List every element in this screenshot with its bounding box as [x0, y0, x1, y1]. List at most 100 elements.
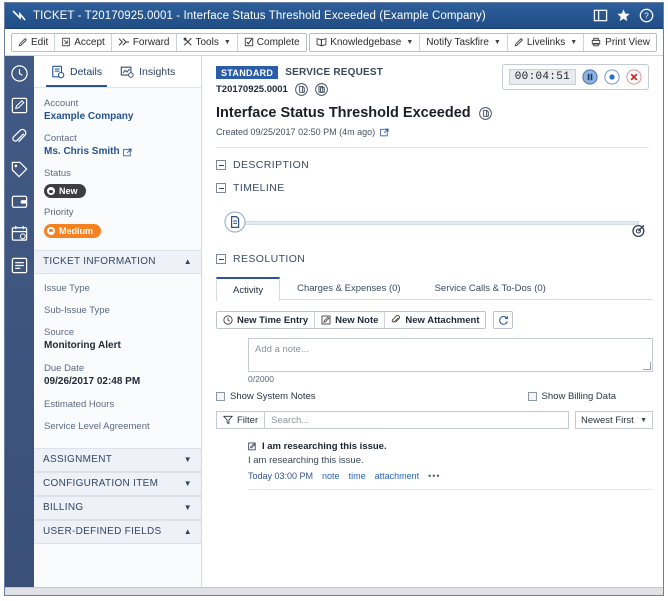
tag-icon[interactable]	[10, 160, 29, 179]
wallet-icon[interactable]	[10, 192, 29, 211]
collapse-minus-icon	[216, 160, 226, 170]
knowledgebase-button[interactable]: Knowledgebase ▼	[310, 34, 420, 51]
new-attachment-button[interactable]: New Attachment	[385, 312, 485, 328]
search-input[interactable]: Search...	[264, 411, 569, 429]
chevron-up-icon: ▲	[184, 527, 192, 536]
filter-button[interactable]: Filter	[216, 411, 264, 429]
ticket-header: STANDARD SERVICE REQUEST T20170925.0001	[202, 56, 663, 148]
stop-icon[interactable]	[626, 69, 642, 85]
standard-badge: STANDARD	[216, 66, 278, 79]
chevron-down-icon: ▼	[570, 39, 577, 46]
field-source: Source Monitoring Alert	[44, 326, 191, 353]
status-badge-label: New	[59, 186, 78, 196]
pencil-icon	[18, 37, 28, 47]
copy-link-icon[interactable]	[315, 83, 328, 96]
new-time-entry-button[interactable]: New Time Entry	[217, 312, 315, 328]
section-assignment[interactable]: ASSIGNMENT ▼	[34, 448, 201, 472]
field-sla: Service Level Agreement	[44, 420, 191, 433]
tab-activity-label: Activity	[233, 285, 263, 296]
note-input[interactable]: Add a note...	[248, 338, 653, 372]
help-icon[interactable]: ?	[639, 8, 654, 23]
tab-activity[interactable]: Activity	[216, 277, 280, 301]
knowledgebase-label: Knowledgebase	[330, 37, 401, 48]
notify-taskfire-button[interactable]: Notify Taskfire ▼	[420, 34, 508, 51]
sidebar-tabs: Details Insights	[34, 56, 201, 88]
autotask-logo-icon	[11, 8, 27, 24]
forward-icon	[118, 37, 130, 47]
calendar-icon[interactable]	[10, 224, 29, 243]
tab-details[interactable]: Details	[42, 56, 111, 87]
livelinks-button[interactable]: Livelinks ▼	[508, 34, 584, 51]
new-note-button[interactable]: New Note	[315, 312, 385, 328]
section-ticket-information[interactable]: TICKET INFORMATION ▲	[34, 250, 201, 274]
panel-layout-icon[interactable]	[593, 8, 608, 23]
paperclip-icon[interactable]	[10, 128, 29, 147]
activity-filters: Show System Notes Show Billing Data	[216, 391, 653, 402]
field-contact: Contact Ms. Chris Smith	[44, 132, 191, 159]
created-row: Created 09/25/2017 02:50 PM (4m ago)	[216, 127, 649, 137]
field-contact-value[interactable]: Ms. Chris Smith	[44, 145, 120, 159]
copy-title-icon[interactable]	[479, 107, 492, 120]
activity-action-time[interactable]: time	[349, 471, 366, 481]
section-billing[interactable]: BILLING ▼	[34, 496, 201, 520]
activity-action-note[interactable]: note	[322, 471, 340, 481]
list-icon[interactable]	[10, 256, 29, 275]
edit-button[interactable]: Edit	[12, 34, 55, 51]
sort-select[interactable]: Newest First ▼	[575, 411, 653, 429]
activity-more-icon[interactable]: •••	[428, 471, 440, 481]
tools-button[interactable]: Tools ▼	[177, 34, 238, 51]
field-contact-label: Contact	[44, 132, 191, 145]
tab-insights[interactable]: Insights	[111, 56, 184, 87]
timeline-created-icon[interactable]	[224, 211, 246, 233]
section-user-defined-fields-label: USER-DEFINED FIELDS	[43, 526, 162, 537]
record-icon[interactable]	[604, 69, 620, 85]
copy-icon[interactable]	[295, 83, 308, 96]
tools-icon	[183, 37, 193, 47]
print-view-button[interactable]: Print View	[584, 34, 656, 51]
link-pencil-icon	[514, 37, 524, 47]
section-user-defined-fields[interactable]: USER-DEFINED FIELDS ▲	[34, 520, 201, 544]
tab-service-calls-todos[interactable]: Service Calls & To-Dos (0)	[418, 277, 563, 299]
details-icon	[51, 65, 65, 79]
checkbox-icon	[244, 37, 254, 47]
note-edit-icon[interactable]	[10, 96, 29, 115]
collapse-minus-icon	[216, 183, 226, 193]
window-body: Details Insights Account Example Company	[5, 56, 663, 587]
accordion-description[interactable]: DESCRIPTION	[216, 148, 649, 171]
accordion-timeline[interactable]: TIMELINE	[216, 171, 649, 194]
star-icon[interactable]	[616, 8, 631, 23]
field-status: Status New	[44, 167, 191, 198]
complete-button[interactable]: Complete	[238, 34, 306, 51]
activity-entry-meta: Today 03:00 PM note time attachment •••	[248, 471, 647, 481]
field-priority-label: Priority	[44, 206, 191, 219]
show-billing-data-label: Show Billing Data	[542, 391, 616, 402]
priority-badge[interactable]: Medium	[44, 224, 101, 238]
section-configuration-item[interactable]: CONFIGURATION ITEM ▼	[34, 472, 201, 496]
field-sla-label: Service Level Agreement	[44, 420, 191, 433]
complete-label: Complete	[257, 37, 300, 48]
timeline-due-icon[interactable]	[631, 222, 647, 238]
sidebar-primary-fields: Account Example Company Contact Ms. Chri…	[34, 88, 201, 250]
field-due-date-label: Due Date	[44, 362, 191, 375]
printer-icon	[590, 37, 602, 47]
activity-action-attachment[interactable]: attachment	[375, 471, 420, 481]
external-link-icon[interactable]	[380, 128, 389, 137]
accept-button[interactable]: Accept	[55, 34, 112, 51]
status-badge[interactable]: New	[44, 184, 86, 198]
refresh-button[interactable]	[493, 311, 513, 329]
field-issue-type-label: Issue Type	[44, 282, 191, 295]
accordion-resolution[interactable]: RESOLUTION	[216, 242, 649, 265]
forward-button[interactable]: Forward	[112, 34, 177, 51]
field-account-value[interactable]: Example Company	[44, 110, 191, 124]
tab-charges-expenses[interactable]: Charges & Expenses (0)	[280, 277, 418, 299]
field-status-label: Status	[44, 167, 191, 180]
tab-service-calls-todos-label: Service Calls & To-Dos (0)	[435, 283, 546, 294]
pause-icon[interactable]	[582, 69, 598, 85]
forward-label: Forward	[133, 37, 170, 48]
field-account-label: Account	[44, 97, 191, 110]
external-link-icon[interactable]	[123, 148, 132, 157]
section-billing-label: BILLING	[43, 502, 83, 513]
show-billing-data-checkbox[interactable]: Show Billing Data	[528, 391, 616, 402]
clock-icon[interactable]	[10, 64, 29, 83]
show-system-notes-checkbox[interactable]: Show System Notes	[216, 391, 316, 402]
